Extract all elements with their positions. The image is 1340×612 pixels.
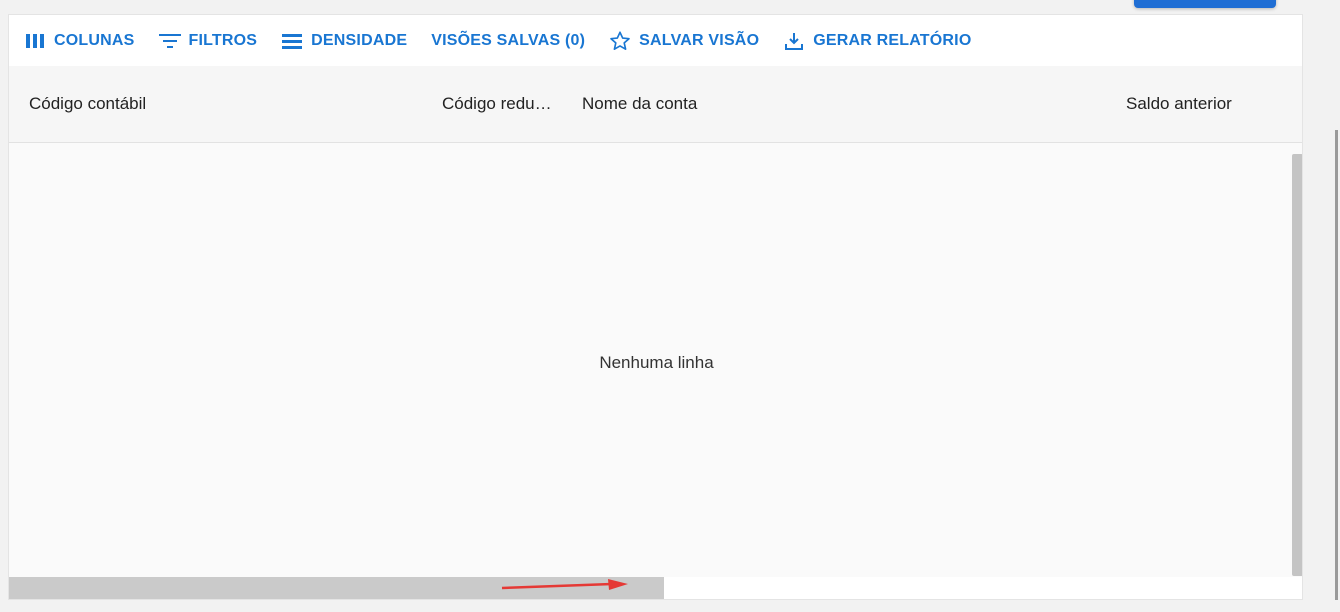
density-button[interactable]: DENSIDADE	[281, 25, 416, 57]
column-header-codigo-reduzido[interactable]: Código redu…	[442, 94, 552, 114]
generate-report-button[interactable]: GERAR RELATÓRIO	[783, 25, 980, 57]
data-grid-page: COLUNAS FILTROS DENSIDADE VISÕES SALVAS …	[0, 0, 1340, 612]
saved-views-button[interactable]: VISÕES SALVAS (0)	[431, 25, 594, 57]
vertical-scrollbar[interactable]	[1292, 154, 1302, 576]
density-icon	[281, 30, 303, 52]
star-outline-icon	[609, 30, 631, 52]
density-button-label: DENSIDADE	[311, 31, 408, 49]
columns-button[interactable]: COLUNAS	[24, 25, 144, 57]
saved-views-button-label: VISÕES SALVAS (0)	[431, 31, 586, 49]
column-header-saldo-anterior[interactable]: Saldo anterior	[1126, 94, 1232, 114]
data-grid: COLUNAS FILTROS DENSIDADE VISÕES SALVAS …	[8, 14, 1303, 600]
column-header-nome-da-conta[interactable]: Nome da conta	[582, 94, 697, 114]
save-view-button[interactable]: SALVAR VISÃO	[609, 25, 768, 57]
filters-button[interactable]: FILTROS	[158, 25, 267, 57]
download-icon	[783, 30, 805, 52]
table-body: Nenhuma linha	[9, 143, 1302, 599]
columns-button-label: COLUNAS	[54, 31, 135, 49]
column-header-codigo-contabil[interactable]: Código contábil	[29, 94, 146, 114]
generate-report-button-label: GERAR RELATÓRIO	[813, 31, 972, 49]
filter-icon	[158, 30, 181, 52]
table-header-row: Código contábil Código redu… Nome da con…	[9, 66, 1302, 143]
empty-state-message: Nenhuma linha	[599, 353, 714, 372]
columns-icon	[24, 30, 46, 52]
grid-toolbar: COLUNAS FILTROS DENSIDADE VISÕES SALVAS …	[9, 15, 1302, 66]
outer-scrollbar-edge	[1335, 130, 1338, 600]
footer-strip	[0, 600, 1340, 612]
save-view-button-label: SALVAR VISÃO	[639, 31, 760, 49]
primary-action-button[interactable]	[1134, 0, 1276, 8]
filters-button-label: FILTROS	[188, 31, 258, 49]
horizontal-scrollbar-thumb[interactable]	[9, 577, 664, 599]
